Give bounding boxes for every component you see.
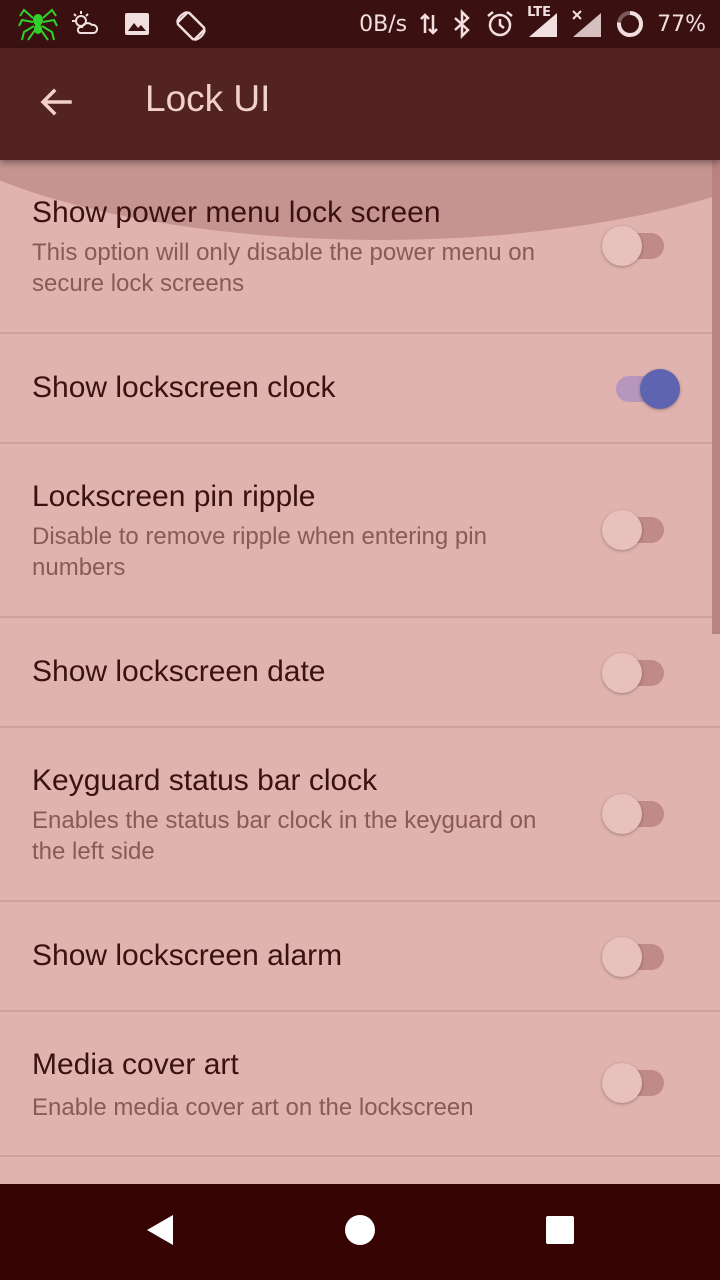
switch-thumb: [602, 653, 642, 693]
navigation-bar: [0, 1184, 720, 1280]
battery-percent: 77%: [657, 11, 706, 37]
setting-summary: Enables the status bar clock in the keyg…: [32, 807, 537, 865]
switch-thumb: [602, 1063, 642, 1103]
setting-row-pin-ripple[interactable]: Lockscreen pin ripple Disable to remove …: [0, 444, 720, 618]
setting-summary: This option will only disable the power …: [32, 239, 535, 297]
switch-thumb: [640, 369, 680, 409]
toggle-switch-power-menu[interactable]: [600, 224, 684, 268]
app-bar: Lock UI: [0, 48, 720, 160]
bluetooth-icon: [451, 8, 473, 40]
alarm-icon: [485, 9, 515, 39]
spider-app-icon: [18, 8, 58, 41]
data-arrows-icon: [419, 9, 439, 39]
scrollbar[interactable]: [712, 160, 720, 634]
status-bar-system: 0B/s LTE 77%: [359, 5, 706, 42]
battery-ring-icon: [615, 9, 645, 39]
nav-recents-button[interactable]: [530, 1202, 590, 1262]
switch-thumb: [602, 226, 642, 266]
nav-back-button[interactable]: [130, 1202, 190, 1262]
toggle-switch-lockscreen-date[interactable]: [600, 651, 684, 695]
toggle-switch-lockscreen-clock[interactable]: [600, 367, 684, 411]
toggle-switch-pin-ripple[interactable]: [600, 508, 684, 552]
toggle-switch-media-cover-art[interactable]: [600, 1061, 684, 1105]
setting-row-keyguard-clock[interactable]: Keyguard status bar clock Enables the st…: [0, 728, 720, 902]
settings-list[interactable]: Show power menu lock screen This option …: [0, 160, 720, 1184]
switch-thumb: [602, 794, 642, 834]
setting-title: Lockscreen pin ripple: [32, 480, 316, 513]
home-circle-icon: [344, 1214, 376, 1251]
back-button[interactable]: [26, 74, 86, 134]
rotate-icon: [174, 9, 206, 41]
image-icon: [122, 9, 152, 39]
nav-home-button[interactable]: [330, 1202, 390, 1262]
setting-title: Show lockscreen clock: [32, 371, 336, 404]
switch-thumb: [602, 510, 642, 550]
setting-title: Keyguard status bar clock: [32, 764, 378, 797]
setting-title: Media cover art: [32, 1048, 239, 1081]
setting-row-lockscreen-alarm[interactable]: Show lockscreen alarm: [0, 902, 720, 1012]
setting-summary: Enable media cover art on the lockscreen: [32, 1094, 474, 1121]
setting-row-power-menu[interactable]: Show power menu lock screen This option …: [0, 160, 720, 334]
setting-row-lockscreen-clock[interactable]: Show lockscreen clock: [0, 334, 720, 444]
signal-no-service-icon: [571, 9, 603, 39]
recents-square-icon: [545, 1215, 575, 1250]
setting-title: Show power menu lock screen: [32, 196, 441, 229]
status-bar-notifications: [18, 6, 206, 42]
weather-icon: [70, 9, 100, 39]
setting-summary: Disable to remove ripple when entering p…: [32, 523, 487, 581]
network-speed: 0B/s: [359, 11, 408, 37]
setting-title: Show lockscreen alarm: [32, 939, 343, 972]
setting-row-media-cover-art[interactable]: Media cover art Enable media cover art o…: [0, 1012, 720, 1157]
network-type-label: LTE: [527, 5, 551, 20]
signal-lte-icon: LTE: [527, 5, 559, 39]
page-title: Lock UI: [145, 78, 271, 119]
back-arrow-icon: [38, 84, 74, 125]
setting-row-lockscreen-date[interactable]: Show lockscreen date: [0, 618, 720, 728]
back-triangle-icon: [143, 1213, 177, 1252]
toggle-switch-lockscreen-alarm[interactable]: [600, 935, 684, 979]
toggle-switch-keyguard-clock[interactable]: [600, 792, 684, 836]
setting-title: Show lockscreen date: [32, 655, 326, 688]
status-bar: 0B/s LTE 77%: [0, 0, 720, 48]
switch-thumb: [602, 937, 642, 977]
